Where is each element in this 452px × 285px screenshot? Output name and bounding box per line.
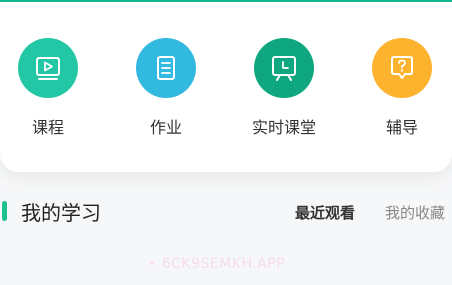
document-icon [136,38,196,98]
quick-action-live-class[interactable]: 实时课堂 [239,38,329,138]
quick-action-label: 实时课堂 [251,118,316,137]
live-clock-icon [254,38,314,98]
quick-action-label: 课程 [31,118,64,137]
tab-my-favorites[interactable]: 我的收藏 [385,202,445,223]
quick-actions-card: 课程 作业 实时课堂 辅导 [0,2,452,172]
watermark-text: • 6CK9SEMKH.APP [148,256,286,272]
quick-action-homework[interactable]: 作业 [121,38,211,138]
tab-recently-watched[interactable]: 最近观看 [295,202,355,223]
quick-action-tutoring[interactable]: 辅导 [357,38,447,138]
quick-action-label: 作业 [149,118,182,137]
section-title: 我的学习 [21,201,101,225]
question-chat-icon [372,38,432,98]
quick-action-course[interactable]: 课程 [3,38,93,138]
section-accent-bar [2,201,7,221]
video-play-icon [18,38,78,98]
quick-action-label: 辅导 [385,118,418,137]
